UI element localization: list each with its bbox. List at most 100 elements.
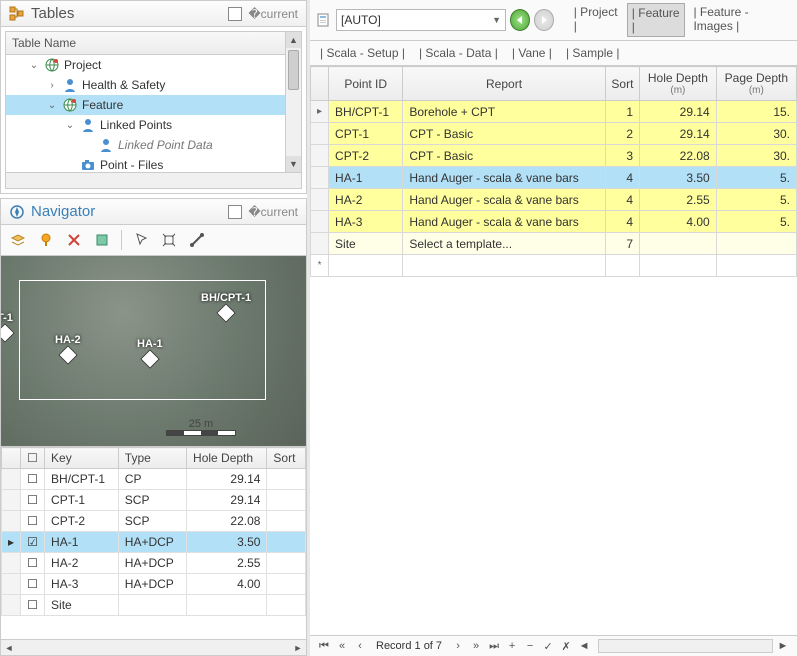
grid-row[interactable]: SiteSelect a template...7 bbox=[311, 233, 797, 255]
next-record-button[interactable]: › bbox=[450, 640, 466, 653]
tree-node-linked-points[interactable]: ⌄Linked Points bbox=[6, 115, 301, 135]
layers-button[interactable] bbox=[5, 228, 31, 252]
expand-toggle[interactable]: ⌄ bbox=[28, 60, 40, 71]
cell-holedepth[interactable]: 29.14 bbox=[640, 123, 717, 145]
row-header[interactable] bbox=[2, 553, 21, 574]
cell-pagedepth[interactable]: 5. bbox=[716, 167, 796, 189]
cell-holedepth[interactable]: 2.55 bbox=[640, 189, 717, 211]
nav-pin-icon[interactable]: �current bbox=[248, 205, 298, 219]
delete-record-button[interactable]: − bbox=[522, 640, 538, 653]
template-combo[interactable]: [AUTO] ▼ bbox=[336, 9, 506, 31]
map-point-ha-1[interactable]: HA-1 bbox=[137, 338, 163, 366]
measure-button[interactable] bbox=[184, 228, 210, 252]
last-record-button[interactable]: ⏭ bbox=[486, 640, 502, 653]
nav-col-rowheader[interactable] bbox=[2, 448, 21, 469]
nav-col-sort[interactable]: Sort bbox=[267, 448, 306, 469]
col-report[interactable]: Report bbox=[403, 67, 605, 101]
cell-pointid[interactable]: HA-3 bbox=[329, 211, 403, 233]
scroll-down[interactable]: ▼ bbox=[286, 156, 301, 172]
grid-row[interactable]: HA-3Hand Auger - scala & vane bars44.005… bbox=[311, 211, 797, 233]
next-page-button[interactable]: » bbox=[468, 640, 484, 653]
tab-featureimages[interactable]: | Feature - Images | bbox=[689, 3, 791, 37]
cell-report[interactable]: CPT - Basic bbox=[403, 145, 605, 167]
cell-holedepth[interactable]: 29.14 bbox=[640, 101, 717, 123]
nav-forward-button[interactable] bbox=[534, 9, 554, 31]
row-checkbox[interactable]: ☐ bbox=[21, 490, 45, 511]
grid-row[interactable]: * bbox=[311, 255, 797, 277]
tab-feature[interactable]: | Feature | bbox=[627, 3, 686, 37]
col-point-id[interactable]: Point ID bbox=[329, 67, 403, 101]
cell-pagedepth[interactable] bbox=[716, 255, 796, 277]
row-header[interactable] bbox=[2, 595, 21, 616]
tab-sample[interactable]: | Sample | bbox=[562, 44, 624, 62]
tree-hscroll[interactable] bbox=[6, 172, 301, 188]
cell-report[interactable]: Select a template... bbox=[403, 233, 605, 255]
map-point-ha-2[interactable]: HA-2 bbox=[55, 334, 81, 362]
nav-hscroll[interactable]: ◄ ► bbox=[1, 639, 306, 655]
cell-sort[interactable]: 4 bbox=[605, 189, 639, 211]
expand-toggle[interactable]: ⌄ bbox=[46, 100, 58, 111]
nav-row-ha-1[interactable]: ▸☑HA-1HA+DCP3.50 bbox=[2, 532, 306, 553]
cell-pagedepth[interactable]: 30. bbox=[716, 123, 796, 145]
cell-sort[interactable]: 4 bbox=[605, 211, 639, 233]
nav-col-key[interactable]: Key bbox=[45, 448, 119, 469]
nav-row-ha-2[interactable]: ☐HA-2HA+DCP2.55 bbox=[2, 553, 306, 574]
nav-maximize-button[interactable] bbox=[228, 205, 242, 219]
cell-pointid[interactable]: CPT-2 bbox=[329, 145, 403, 167]
prev-record-button[interactable]: ‹ bbox=[352, 640, 368, 653]
commit-button[interactable]: ✓ bbox=[540, 640, 556, 653]
nav-col-hole-depth[interactable]: Hole Depth bbox=[187, 448, 267, 469]
tree-scrollbar[interactable]: ▲ ▼ bbox=[285, 32, 301, 172]
shape-button[interactable] bbox=[89, 228, 115, 252]
pointer-button[interactable] bbox=[128, 228, 154, 252]
cell-pagedepth[interactable] bbox=[716, 233, 796, 255]
nav-row-cpt-1[interactable]: ☐CPT-1SCP29.14 bbox=[2, 490, 306, 511]
row-checkbox[interactable]: ☐ bbox=[21, 469, 45, 490]
hscroll-left[interactable]: ◄ bbox=[1, 640, 17, 655]
row-header[interactable] bbox=[2, 511, 21, 532]
cell-report[interactable]: Hand Auger - scala & vane bars bbox=[403, 211, 605, 233]
tab-scaladata[interactable]: | Scala - Data | bbox=[415, 44, 502, 62]
grid-row[interactable]: CPT-2CPT - Basic322.0830. bbox=[311, 145, 797, 167]
grid-row[interactable]: CPT-1CPT - Basic229.1430. bbox=[311, 123, 797, 145]
cell-pointid[interactable]: HA-1 bbox=[329, 167, 403, 189]
cell-holedepth[interactable] bbox=[640, 233, 717, 255]
cell-sort[interactable]: 2 bbox=[605, 123, 639, 145]
prev-page-button[interactable]: « bbox=[334, 640, 350, 653]
cell-holedepth[interactable]: 4.00 bbox=[640, 211, 717, 233]
cell-pointid[interactable] bbox=[329, 255, 403, 277]
grid-row[interactable]: ▸BH/CPT-1Borehole + CPT129.1415. bbox=[311, 101, 797, 123]
map-point-t-1[interactable]: T-1 bbox=[1, 312, 13, 340]
row-checkbox[interactable]: ☐ bbox=[21, 511, 45, 532]
cell-pointid[interactable]: Site bbox=[329, 233, 403, 255]
cell-report[interactable] bbox=[403, 255, 605, 277]
pin-icon[interactable]: �current bbox=[248, 7, 298, 21]
cell-sort[interactable]: 3 bbox=[605, 145, 639, 167]
row-header[interactable] bbox=[2, 574, 21, 595]
nav-row-site[interactable]: ☐Site bbox=[2, 595, 306, 616]
cell-report[interactable]: Borehole + CPT bbox=[403, 101, 605, 123]
add-record-button[interactable]: + bbox=[504, 640, 520, 653]
col-sort[interactable]: Sort bbox=[605, 67, 639, 101]
nav-row-cpt-2[interactable]: ☐CPT-2SCP22.08 bbox=[2, 511, 306, 532]
cell-sort[interactable] bbox=[605, 255, 639, 277]
cell-pagedepth[interactable]: 5. bbox=[716, 189, 796, 211]
tree-node-project[interactable]: ⌄Project bbox=[6, 55, 301, 75]
map-view[interactable]: BH/CPT-1T-1HA-2HA-1 25 m bbox=[1, 256, 306, 446]
cell-sort[interactable]: 1 bbox=[605, 101, 639, 123]
tab-project[interactable]: | Project | bbox=[570, 3, 623, 37]
tree-node-feature[interactable]: ⌄Feature bbox=[6, 95, 301, 115]
cell-sort[interactable]: 4 bbox=[605, 167, 639, 189]
col-page-depth[interactable]: Page Depth(m) bbox=[716, 67, 796, 101]
scroll-thumb[interactable] bbox=[288, 50, 299, 90]
tab-vane[interactable]: | Vane | bbox=[508, 44, 556, 62]
row-checkbox[interactable]: ☑ bbox=[21, 532, 45, 553]
cross-button[interactable] bbox=[61, 228, 87, 252]
col-hole-depth[interactable]: Hole Depth(m) bbox=[640, 67, 717, 101]
cell-pagedepth[interactable]: 5. bbox=[716, 211, 796, 233]
row-header[interactable] bbox=[2, 490, 21, 511]
hscroll-right[interactable]: ► bbox=[290, 640, 306, 655]
cell-report[interactable]: Hand Auger - scala & vane bars bbox=[403, 189, 605, 211]
tab-scalasetup[interactable]: | Scala - Setup | bbox=[316, 44, 409, 62]
cell-pagedepth[interactable]: 30. bbox=[716, 145, 796, 167]
